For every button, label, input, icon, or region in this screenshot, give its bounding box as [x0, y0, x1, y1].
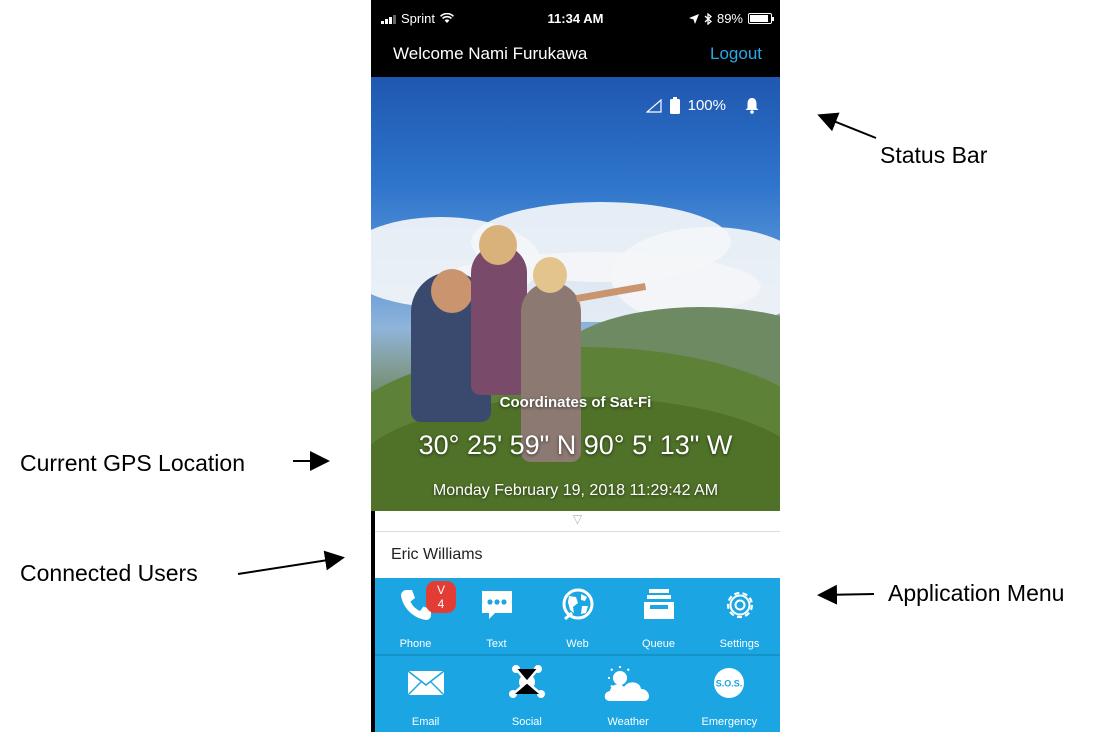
annotation-gps-location: Current GPS Location [20, 450, 246, 476]
voicemail-badge: V 4 [426, 581, 456, 613]
battery-icon [748, 13, 774, 24]
menu-item-label: Weather [607, 716, 649, 728]
location-arrow-icon [688, 13, 699, 24]
connected-users-panel: ▽ Eric Williams [375, 511, 780, 578]
envelope-icon [407, 670, 445, 696]
menu-item-label: Phone [399, 638, 432, 650]
users-toggle-icon[interactable]: ▽ [375, 512, 780, 526]
sos-icon: S.O.S. [714, 668, 745, 698]
menu-item-label: Settings [719, 638, 760, 650]
menu-row: Email Social Weather S.O.S. Emergency [375, 656, 780, 732]
menu-item-label: Web [566, 638, 589, 650]
annotation-connected-users: Connected Users [20, 560, 198, 586]
bell-icon[interactable] [744, 97, 760, 114]
ios-status-bar: Sprint 11:34 AM 89% [371, 0, 780, 38]
menu-item-queue[interactable]: Queue [618, 578, 699, 654]
connected-users-arrow [237, 550, 345, 575]
menu-item-weather[interactable]: Weather [578, 656, 679, 732]
menu-item-label: Emergency [701, 716, 758, 728]
welcome-text: Welcome Nami Furukawa [393, 44, 588, 63]
menu-row: V 4 Phone Text Web Queue Settings [375, 578, 780, 654]
gps-datetime: Monday February 19, 2018 11:29:42 AM [432, 482, 719, 499]
menu-item-emergency[interactable]: S.O.S. Emergency [679, 656, 780, 732]
chat-icon [481, 591, 512, 619]
menu-item-label: Text [486, 638, 507, 650]
device-status-bar: 100% [645, 97, 760, 114]
globe-icon [562, 588, 593, 621]
sos-icon-text: S.O.S. [716, 679, 743, 689]
annotation-status-bar: Status Bar [880, 142, 988, 168]
connected-user[interactable]: Eric Williams [391, 546, 483, 564]
logout-button[interactable]: Logout [710, 44, 762, 64]
menu-item-label: Queue [641, 638, 676, 650]
menu-item-label: Social [511, 716, 542, 728]
app-menu-arrow [817, 584, 875, 605]
menu-item-settings[interactable]: Settings [699, 578, 780, 654]
hero-image: 100% Coordinates of Sat-Fi 30° 25' 59" N… [371, 77, 780, 511]
bluetooth-icon [704, 12, 712, 25]
divider [375, 531, 780, 532]
menu-item-email[interactable]: Email [375, 656, 476, 732]
cloud-sun-icon [604, 666, 650, 701]
menu-item-web[interactable]: Web [537, 578, 618, 654]
app-header: Welcome Nami Furukawa Logout [371, 38, 780, 76]
menu-item-label: Email [411, 716, 440, 728]
ios-battery-percent: 89% [716, 11, 743, 26]
status-bar-arrow [817, 112, 877, 139]
gear-icon [726, 591, 753, 619]
device-battery-percent: 100% [687, 97, 726, 114]
menu-item-phone[interactable]: V 4 Phone [375, 578, 456, 654]
tray-icon [643, 589, 674, 619]
gps-coordinates: 30° 25' 59" N 90° 5' 13" W [418, 430, 733, 460]
signal-strength-icon [645, 98, 662, 113]
menu-item-social[interactable]: Social [476, 656, 577, 732]
phone-screen: Sprint 11:34 AM 89% Welcome Nami Furukaw… [371, 0, 780, 732]
coordinates-title: Coordinates of Sat-Fi [499, 394, 652, 411]
application-menu: V 4 Phone Text Web Queue Settings Email … [375, 578, 780, 732]
ios-right-group: 89% [688, 11, 774, 26]
device-battery-icon [669, 97, 680, 114]
page: Status Bar Current GPS Location Connecte… [0, 0, 1095, 732]
network-icon [508, 665, 545, 698]
annotation-application-menu: Application Menu [888, 580, 1065, 606]
menu-item-text[interactable]: Text [456, 578, 537, 654]
